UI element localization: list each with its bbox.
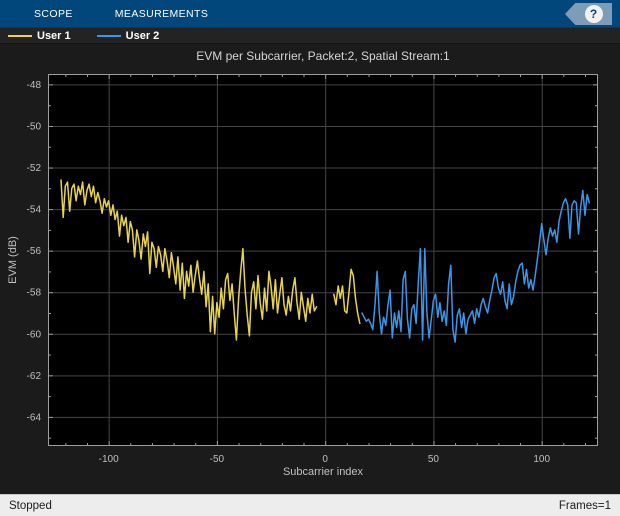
svg-text:-56: -56 — [27, 246, 42, 257]
tab-scope[interactable]: SCOPE — [30, 0, 77, 28]
status-text: Stopped — [9, 499, 52, 512]
svg-text:-100: -100 — [99, 454, 119, 465]
legend-entry-user1[interactable]: User 1 — [8, 29, 71, 43]
frames-counter: Frames=1 — [558, 499, 611, 512]
svg-text:-54: -54 — [27, 205, 42, 216]
help-icon: ? — [584, 5, 603, 23]
legend-label-user1: User 1 — [37, 29, 71, 42]
svg-text:-52: -52 — [27, 163, 42, 174]
x-axis-label: Subcarrier index — [282, 466, 364, 478]
chart-canvas[interactable]: -100 -50 0 50 100 -64 -62 -60 -58 -56 -54 -52 -50 -48 — [0, 44, 620, 494]
svg-text:-48: -48 — [27, 80, 42, 91]
figure-area: EVM per Subcarrier, Packet:2, Spatial St… — [0, 44, 620, 494]
legend-bar: User 1 User 2 — [0, 28, 620, 44]
tab-measurements[interactable]: MEASUREMENTS — [111, 0, 212, 28]
svg-text:-50: -50 — [210, 454, 225, 465]
legend-entry-user2[interactable]: User 2 — [96, 29, 160, 43]
svg-text:-58: -58 — [27, 288, 42, 299]
status-bar: Stopped Frames=1 — [0, 494, 620, 516]
svg-text:-50: -50 — [27, 121, 42, 132]
help-button[interactable]: ? — [565, 3, 612, 25]
user1-line-swatch — [8, 34, 32, 37]
svg-text:-62: -62 — [27, 371, 42, 382]
svg-text:50: 50 — [428, 454, 440, 465]
svg-text:100: 100 — [533, 454, 550, 465]
toolstrip: SCOPE MEASUREMENTS ? — [0, 0, 620, 28]
user2-line-swatch — [96, 34, 121, 37]
y-axis-label: EVM (dB) — [7, 236, 19, 284]
svg-text:-64: -64 — [27, 412, 42, 423]
svg-text:0: 0 — [322, 454, 328, 465]
svg-text:-60: -60 — [27, 329, 42, 340]
scope-window: SCOPE MEASUREMENTS ? User 1 User 2 EVM p… — [0, 0, 620, 516]
legend-label-user2: User 2 — [125, 29, 160, 42]
